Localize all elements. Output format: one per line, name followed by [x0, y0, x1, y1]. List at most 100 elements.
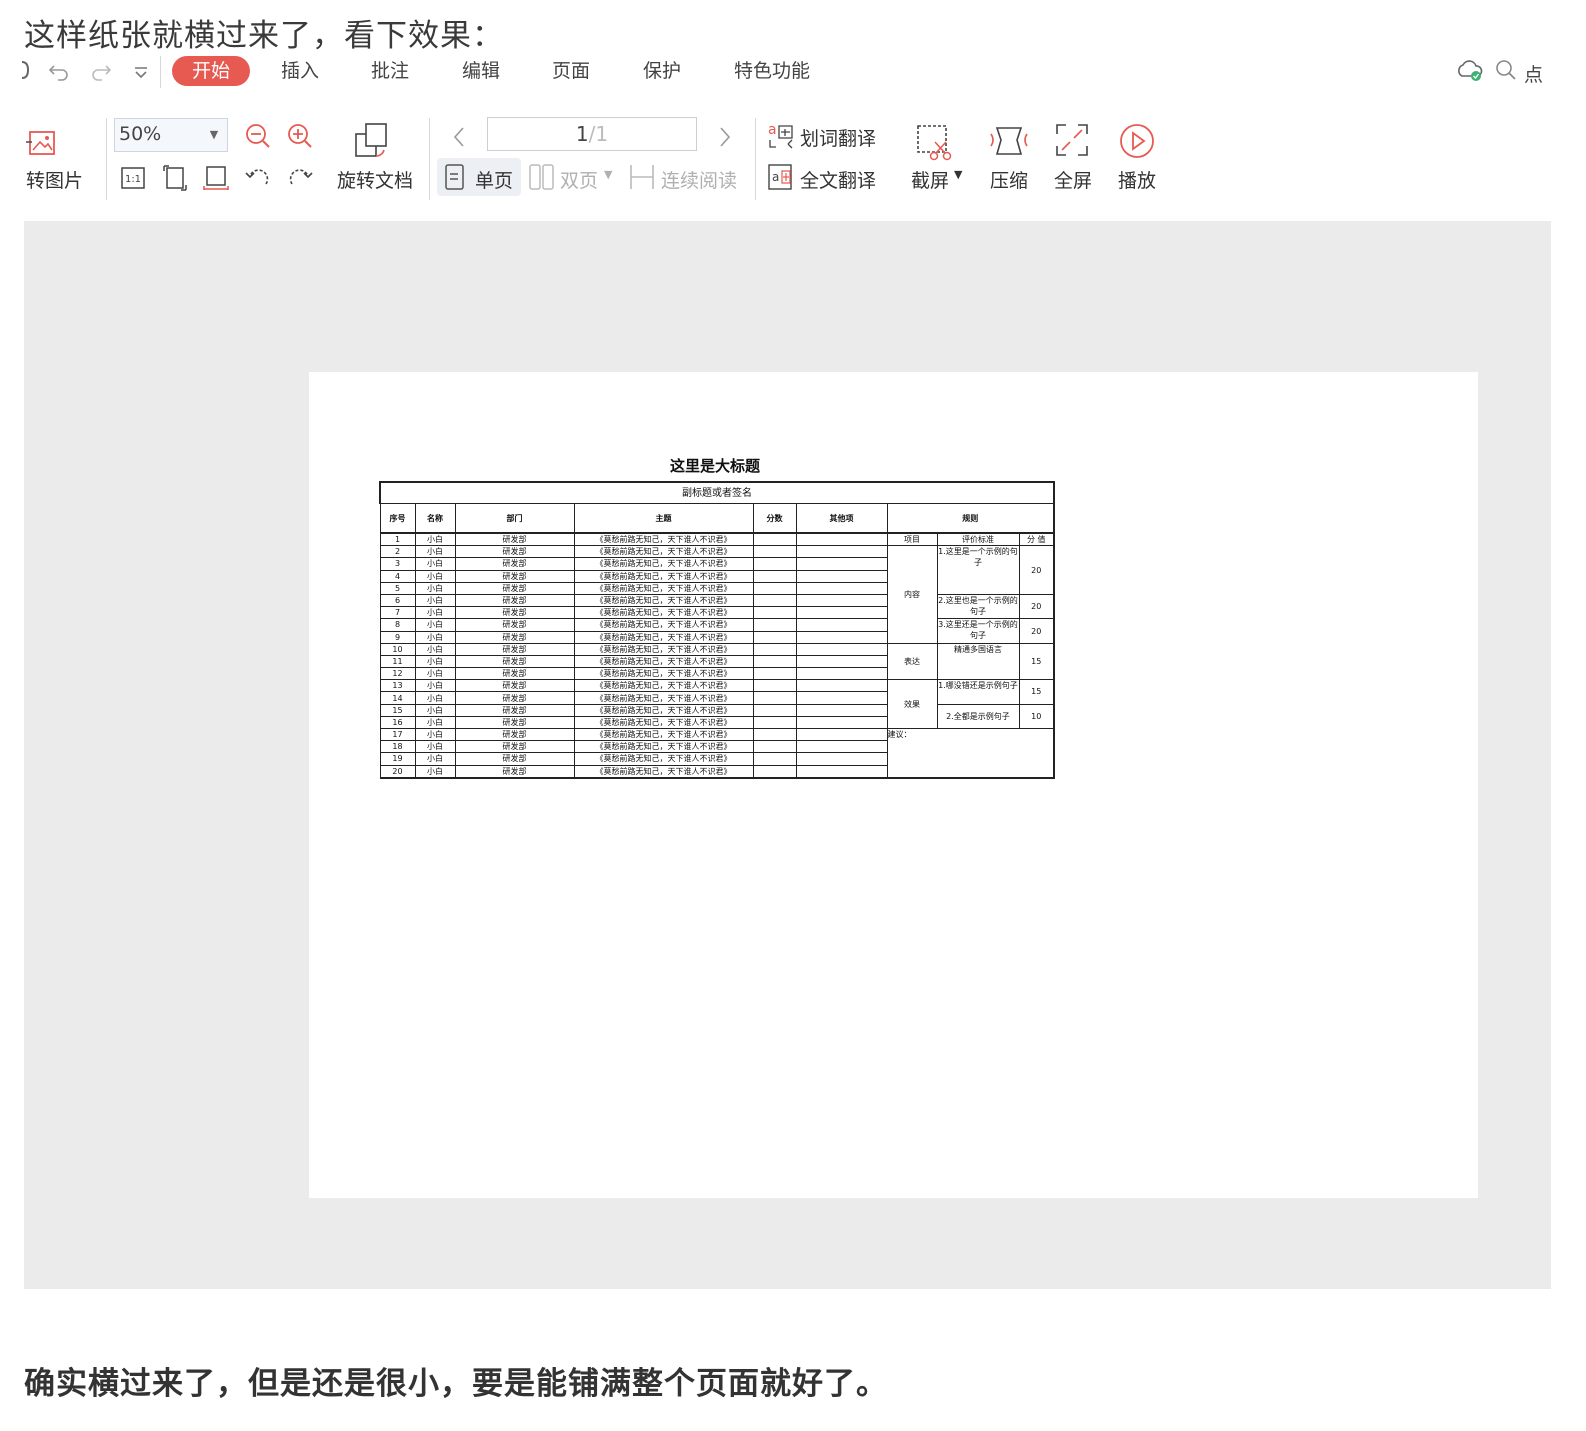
table-cell: 小白	[414, 703, 456, 717]
rule-cell: 2.这里也是一个示例的句子	[936, 593, 1020, 620]
search-hint-text[interactable]: 点	[1524, 60, 1543, 90]
double-page-button[interactable]: 双页	[560, 166, 598, 193]
double-page-dropdown-icon[interactable]: ▼	[604, 168, 612, 181]
table-cell: 16	[379, 715, 416, 730]
page-number-input[interactable]: 1/1	[487, 117, 697, 151]
word-translate-icon[interactable]: a	[766, 120, 796, 156]
table-cell: 11	[379, 654, 416, 669]
tab-start[interactable]: 开始	[172, 56, 251, 86]
table-cell: 19	[379, 752, 416, 766]
tab-edit[interactable]: 编辑	[462, 56, 500, 86]
cloud-sync-icon[interactable]	[1456, 58, 1484, 87]
table-row: 15 小白 研发部 《莫愁前路无知己，天下谁人不识君》 2.全都是示例句子 10	[379, 703, 1055, 730]
continuous-read-icon[interactable]	[628, 162, 656, 196]
intro-text: 这样纸张就横过来了，看下效果：	[24, 18, 504, 54]
tab-protect[interactable]: 保护	[643, 56, 681, 86]
zoom-out-icon[interactable]	[244, 122, 272, 154]
full-translate-icon[interactable]: a	[766, 162, 796, 196]
prev-page-icon[interactable]	[450, 124, 468, 154]
image-icon[interactable]	[24, 124, 58, 162]
chevron-down-icon[interactable]: ▼	[201, 119, 227, 151]
table-cell	[752, 654, 797, 669]
table-cell: 小白	[414, 557, 456, 571]
table-cell: 8	[379, 618, 416, 632]
table-cell: 小白	[414, 740, 456, 754]
screenshot-dropdown-icon[interactable]: ▼	[954, 168, 962, 181]
table-cell	[752, 679, 797, 693]
table-row: 8 小白 研发部 《莫愁前路无知己，天下谁人不识君》 3.这里还是一个示例的句子 20	[379, 618, 1055, 644]
play-icon[interactable]	[1118, 122, 1156, 164]
word-translate-button[interactable]: 划词翻译	[800, 124, 876, 151]
zoom-in-icon[interactable]	[286, 122, 314, 154]
document-title: 这里是大标题	[669, 457, 760, 475]
table-cell: 小白	[414, 630, 456, 644]
table-cell: 9	[379, 630, 416, 644]
play-button[interactable]: 播放	[1118, 166, 1156, 193]
ribbon-tab-bar: 开始 插入 批注 编辑 页面 保护 特色功能 点	[21, 56, 1554, 90]
header-cell: 序号	[379, 503, 416, 534]
undo-icon[interactable]	[48, 60, 70, 87]
tab-page[interactable]: 页面	[552, 56, 590, 86]
table-cell	[752, 740, 797, 754]
tab-features[interactable]: 特色功能	[734, 56, 810, 86]
table-cell: 小白	[414, 618, 456, 632]
table-cell: 《莫愁前路无知己，天下谁人不识君》	[573, 667, 754, 681]
rotate-left-icon[interactable]	[244, 164, 272, 196]
search-icon[interactable]	[1494, 58, 1518, 87]
table-cell: 小白	[414, 679, 456, 693]
table-cell: 《莫愁前路无知己，天下谁人不识君》	[573, 703, 754, 717]
table-cell	[752, 532, 797, 547]
table-cell: 《莫愁前路无知己，天下谁人不识君》	[573, 569, 754, 583]
rule-cell: 3.这里还是一个示例的句子	[936, 618, 1020, 644]
table-cell: 13	[379, 679, 416, 693]
zoom-value: 50%	[119, 123, 162, 145]
table-cell	[795, 691, 888, 705]
table-cell: 研发部	[454, 740, 575, 754]
table-row: 1 小白 研发部 《莫愁前路无知己，天下谁人不识君》 项目 评价标准分 值	[379, 532, 1055, 547]
table-cell	[752, 581, 797, 595]
document-viewer[interactable]: 这里是大标题 副标题或者签名 序号 名称 部门 主题 分数 其他项 规则 1 小…	[24, 221, 1551, 1289]
full-translate-button[interactable]: 全文翻译	[800, 166, 876, 193]
table-cell: 《莫愁前路无知己，天下谁人不识君》	[573, 642, 754, 656]
fullscreen-icon[interactable]	[1054, 122, 1090, 162]
redo-icon[interactable]	[90, 60, 112, 87]
header-cell: 部门	[454, 503, 575, 534]
divider	[429, 118, 430, 200]
table-cell: 14	[379, 691, 416, 705]
rotate-right-icon[interactable]	[286, 164, 314, 196]
table-cell: 研发部	[454, 545, 575, 559]
table-cell: 4	[379, 569, 416, 583]
table-cell: 小白	[414, 764, 456, 779]
table-cell: 2	[379, 545, 416, 559]
table-cell: 18	[379, 740, 416, 754]
actual-size-icon[interactable]: 1:1	[120, 166, 146, 194]
table-cell	[795, 593, 888, 608]
fit-page-icon[interactable]	[162, 164, 188, 196]
table-cell: 《莫愁前路无知己，天下谁人不识君》	[573, 715, 754, 730]
header-cell: 名称	[414, 503, 456, 534]
table-cell: 研发部	[454, 703, 575, 717]
file-menu-icon[interactable]	[20, 58, 32, 87]
compress-button[interactable]: 压缩	[990, 166, 1028, 193]
quick-access-dropdown-icon[interactable]	[132, 60, 150, 87]
rotate-document-button[interactable]: 旋转文档	[337, 166, 413, 193]
table-cell	[795, 581, 888, 595]
tab-comment[interactable]: 批注	[371, 56, 409, 86]
compress-icon[interactable]	[989, 122, 1029, 164]
table-cell	[795, 532, 888, 547]
screenshot-icon[interactable]	[914, 122, 954, 166]
continuous-read-button[interactable]: 连续阅读	[661, 166, 737, 193]
double-page-icon[interactable]	[528, 162, 556, 196]
fullscreen-button[interactable]: 全屏	[1054, 166, 1092, 193]
next-page-icon[interactable]	[716, 124, 734, 154]
table-cell	[752, 667, 797, 681]
convert-image-button[interactable]: 转图片	[26, 166, 83, 193]
table-cell	[795, 654, 888, 669]
screenshot-button[interactable]: 截屏	[911, 166, 949, 193]
rotate-document-icon[interactable]	[354, 120, 392, 164]
table-cell: 研发部	[454, 691, 575, 705]
fit-width-icon[interactable]	[202, 164, 230, 196]
table-cell: 小白	[414, 727, 456, 742]
zoom-select[interactable]: 50% ▼	[114, 118, 228, 152]
tab-insert[interactable]: 插入	[281, 56, 319, 86]
